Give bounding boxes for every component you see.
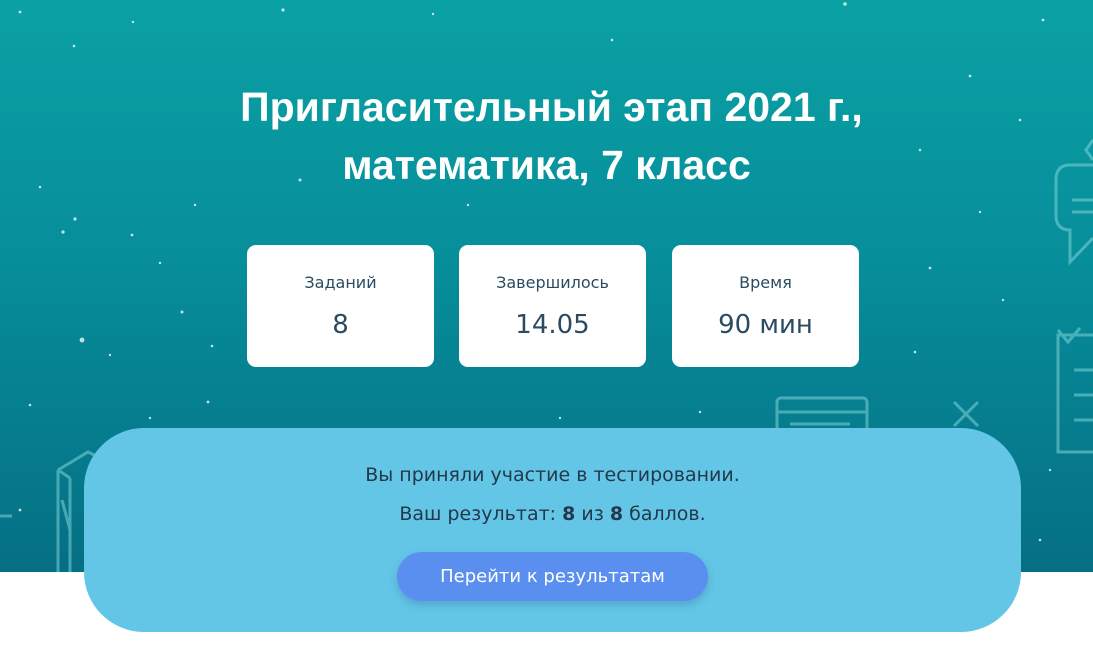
- page-title: Пригласительный этап 2021 г., математика…: [0, 78, 1093, 194]
- cross-icon: [952, 400, 980, 428]
- page-title-line-1: Пригласительный этап 2021 г.,: [240, 84, 863, 130]
- go-to-results-button[interactable]: Перейти к результатам: [397, 552, 708, 601]
- tasks-count-value: 8: [332, 310, 349, 340]
- end-date-value: 14.05: [515, 310, 590, 340]
- participation-message: Вы приняли участие в тестировании.: [365, 464, 740, 486]
- result-panel: Вы приняли участие в тестировании. Ваш р…: [84, 428, 1021, 632]
- max-score-value: 8: [609, 503, 624, 525]
- score-summary: Ваш результат: 8 из 8 баллов.: [84, 503, 1021, 525]
- score-prefix: Ваш результат:: [399, 503, 563, 525]
- score-separator: из: [575, 503, 610, 525]
- duration-label: Время: [739, 273, 792, 292]
- end-date-card: Завершилось 14.05: [459, 245, 646, 367]
- tasks-count-label: Заданий: [304, 273, 377, 292]
- end-date-label: Завершилось: [496, 273, 609, 292]
- score-value: 8: [562, 503, 576, 525]
- duration-card: Время 90 мин: [672, 245, 859, 367]
- duration-value: 90 мин: [718, 310, 813, 340]
- score-suffix: баллов.: [623, 503, 706, 525]
- page-title-line-2: математика, 7 класс: [342, 142, 751, 188]
- tasks-count-card: Заданий 8: [247, 245, 434, 367]
- checklist-icon: [1056, 327, 1093, 454]
